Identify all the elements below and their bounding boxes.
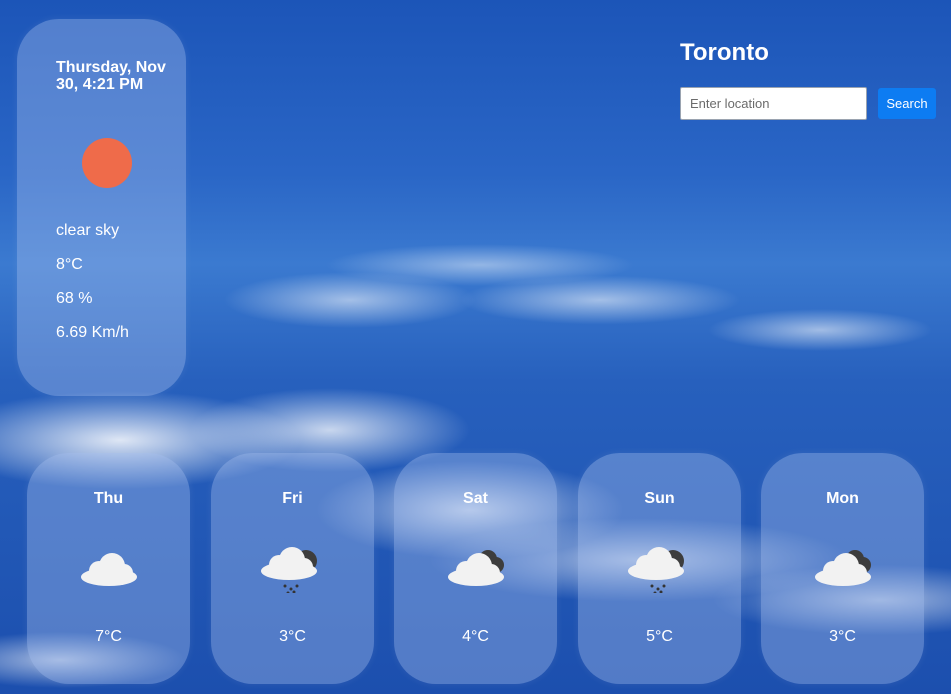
- forecast-card-sun: Sun 5°C: [578, 453, 741, 684]
- forecast-temp: 7°C: [95, 628, 122, 645]
- forecast-card-sat: Sat 4°C: [394, 453, 557, 684]
- forecast-card-mon: Mon 3°C: [761, 453, 924, 684]
- forecast-card-fri: Fri 3°C: [211, 453, 374, 684]
- current-humidity: 68 %: [56, 290, 93, 307]
- forecast-day: Fri: [282, 490, 303, 507]
- forecast-temp: 5°C: [646, 628, 673, 645]
- forecast-day: Mon: [826, 490, 859, 507]
- forecast-temp: 3°C: [829, 628, 856, 645]
- current-weather-card: Thursday, Nov 30, 4:21 PM clear sky 8°C …: [17, 19, 186, 396]
- forecast-day: Thu: [93, 490, 124, 507]
- dark-clouds-icon: [447, 550, 504, 586]
- weather-description: clear sky: [56, 222, 120, 239]
- forecast-temp: 4°C: [462, 628, 489, 645]
- city-name: Toronto: [680, 39, 769, 66]
- rain-cloud-icon: [260, 547, 317, 593]
- forecast-day: Sun: [644, 490, 675, 507]
- forecast-card-thu: Thu 7°C: [27, 453, 190, 684]
- rain-cloud-icon: [627, 547, 684, 593]
- current-datetime: Thursday, Nov 30, 4:21 PM: [56, 59, 166, 93]
- forecast-day: Sat: [463, 490, 488, 507]
- sun-icon: [82, 138, 132, 188]
- current-temperature: 8°C: [56, 256, 83, 273]
- search-button[interactable]: Search: [878, 88, 936, 119]
- location-input[interactable]: [680, 87, 867, 120]
- dark-clouds-icon: [814, 550, 871, 586]
- forecast-temp: 3°C: [279, 628, 306, 645]
- current-wind-speed: 6.69 Km/h: [56, 324, 129, 341]
- cloud-icon: [80, 553, 137, 586]
